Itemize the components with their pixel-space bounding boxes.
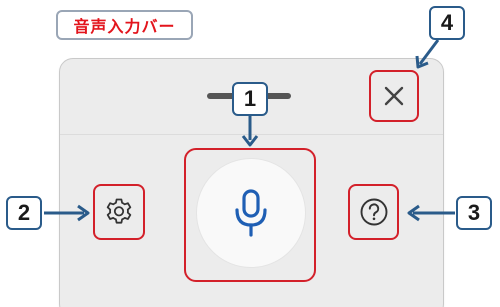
callout-4: 4 xyxy=(429,6,465,40)
arrow-4-icon xyxy=(415,39,440,69)
callout-3: 3 xyxy=(456,196,492,230)
highlight-close xyxy=(369,70,419,122)
highlight-microphone xyxy=(184,148,316,282)
callout-2: 2 xyxy=(6,196,42,230)
highlight-settings xyxy=(93,184,145,240)
title-label: 音声入力バー xyxy=(56,10,193,40)
arrow-3-icon xyxy=(407,204,455,222)
callout-1: 1 xyxy=(232,82,268,116)
arrow-2-icon xyxy=(44,204,90,222)
highlight-help xyxy=(348,184,399,240)
arrow-1-icon xyxy=(241,116,259,147)
annotated-screenshot: 音声入力バー 1 2 3 4 xyxy=(0,0,500,307)
